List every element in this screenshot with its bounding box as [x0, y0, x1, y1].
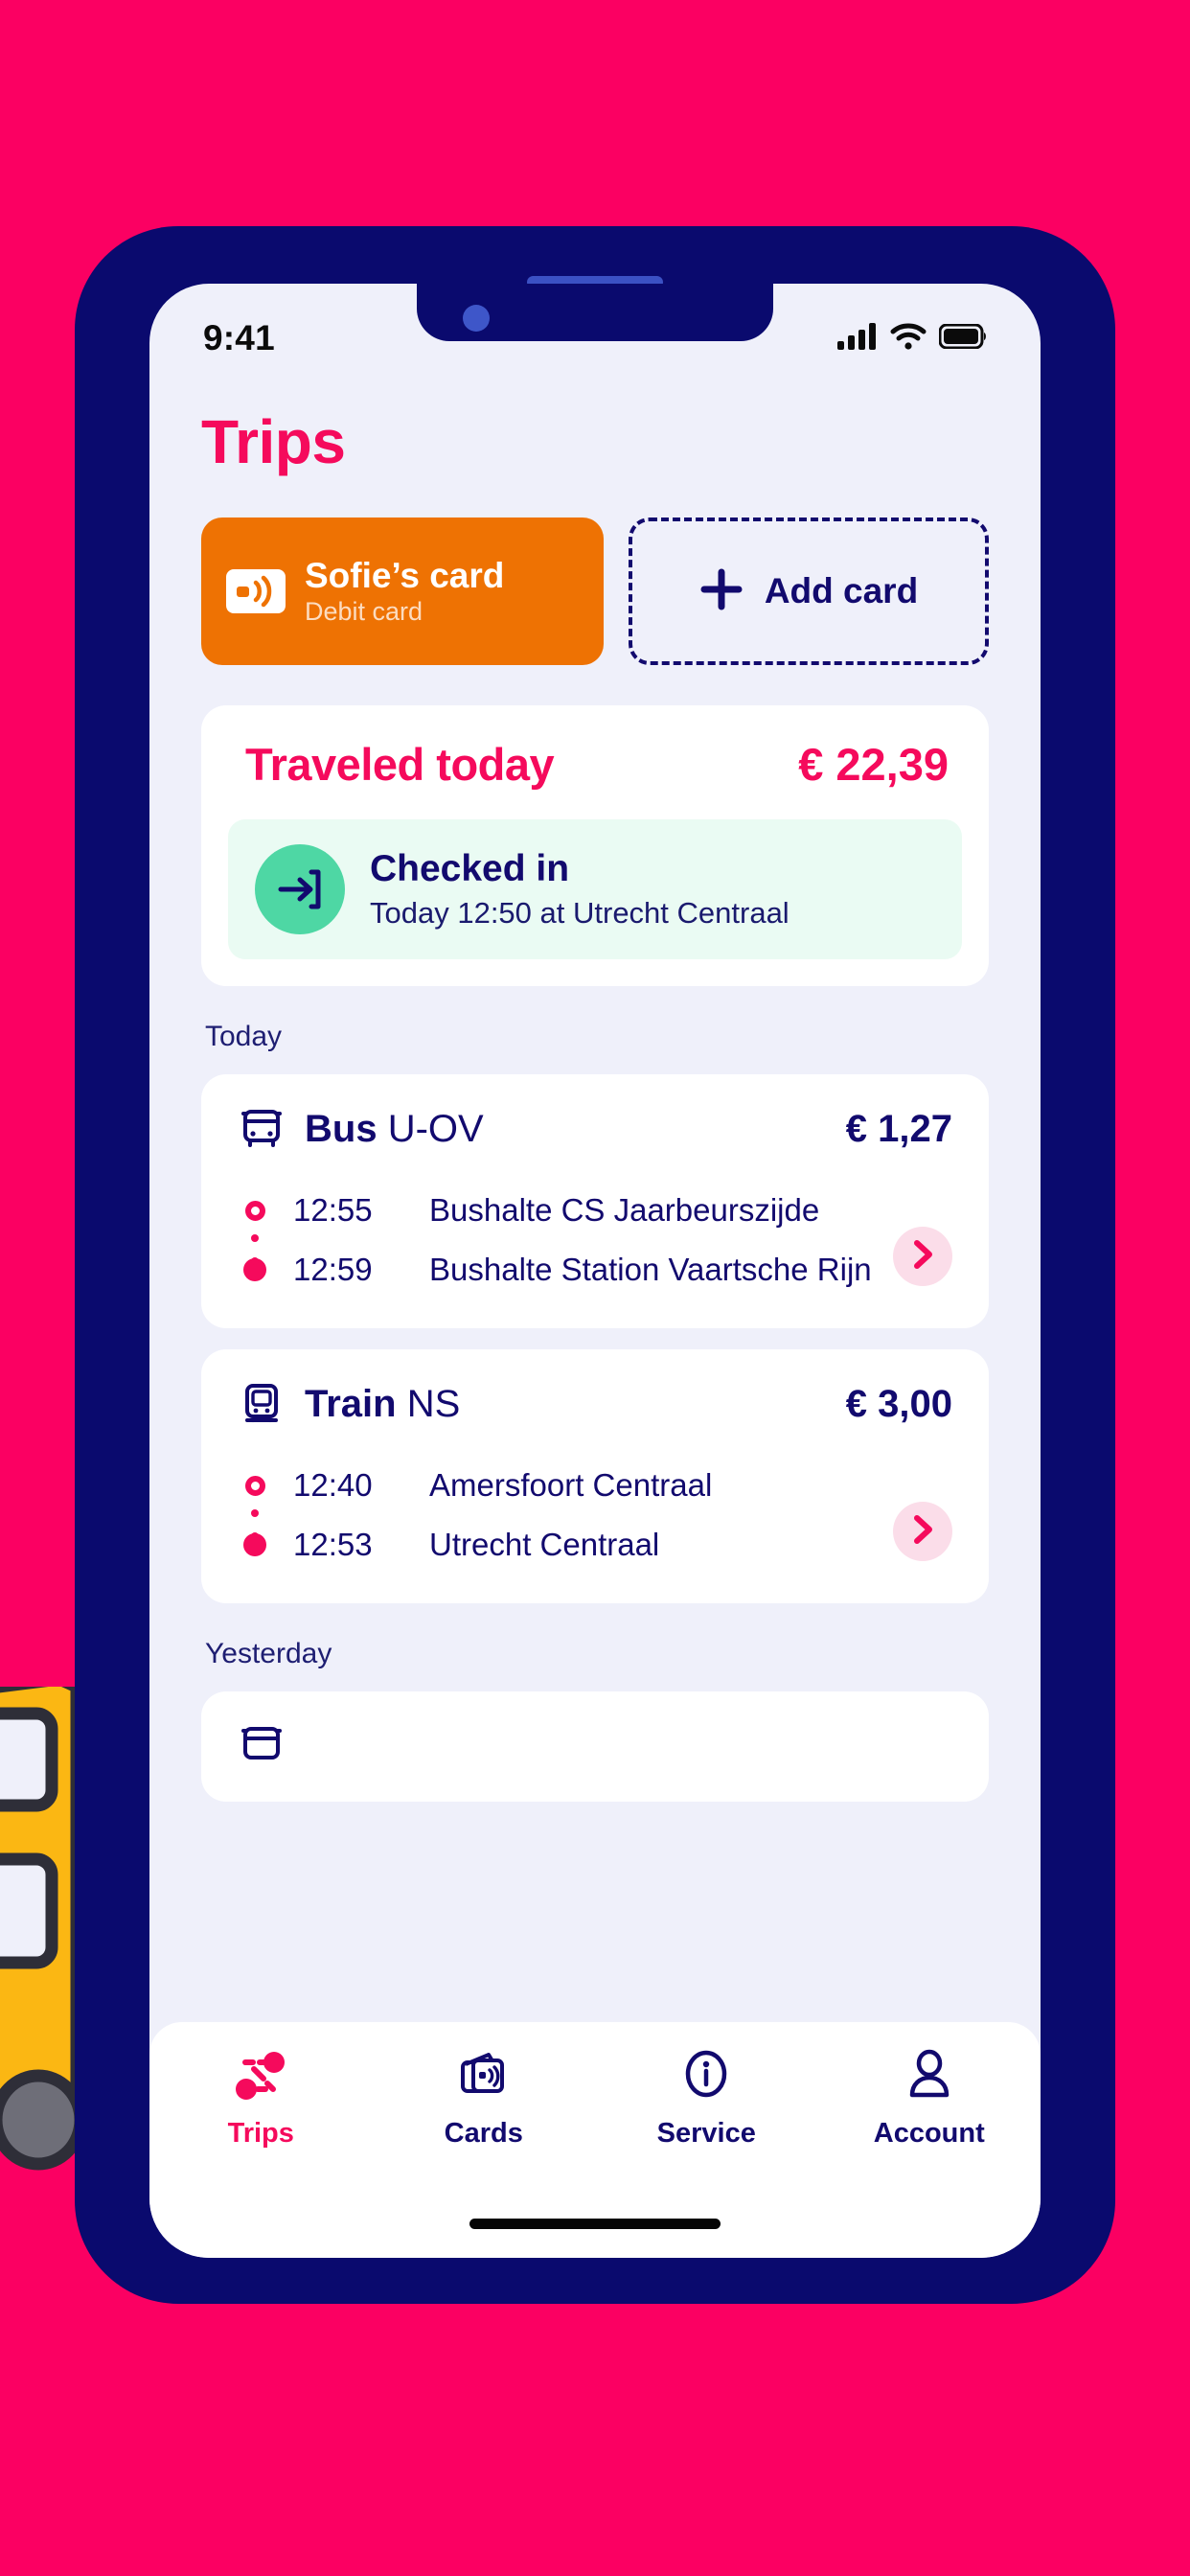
person-icon: [902, 2047, 957, 2104]
add-card-button[interactable]: Add card: [629, 518, 989, 665]
bus-icon: [238, 1720, 286, 1773]
trip-stop-destination: 12:59 Bushalte Station Vaartsche Rijn: [241, 1240, 960, 1300]
checkin-texts: Checked in Today 12:50 at Utrecht Centra…: [370, 847, 790, 931]
add-card-label: Add card: [764, 571, 919, 610]
chevron-right-icon: [910, 1514, 935, 1550]
active-card-name: Sofie’s card: [305, 555, 505, 595]
wifi-icon: [890, 323, 927, 355]
plus-icon: [699, 567, 744, 616]
page-title: Trips: [201, 407, 346, 476]
traveled-today-title: Traveled today: [245, 739, 555, 790]
destination-name: Utrecht Centraal: [429, 1527, 660, 1562]
train-icon: [238, 1378, 286, 1431]
trip-price: € 3,00: [845, 1383, 952, 1425]
cellular-signal-icon: [837, 322, 878, 355]
card-selector-row: Sofie’s card Debit card Add card: [149, 477, 1041, 665]
trip-detail-button[interactable]: [893, 1227, 952, 1286]
tab-label-account: Account: [873, 2118, 985, 2149]
trip-stop-origin: 12:40 Amersfoort Centraal: [241, 1456, 960, 1515]
tab-label-trips: Trips: [227, 2118, 294, 2149]
trip-operator: U-OV: [387, 1108, 484, 1150]
checkin-status-banner[interactable]: Checked in Today 12:50 at Utrecht Centra…: [228, 819, 962, 959]
cards-contactless-icon: [456, 2047, 512, 2104]
trip-mode-name: Bus: [305, 1108, 378, 1150]
active-card-chip[interactable]: Sofie’s card Debit card: [201, 518, 604, 665]
stop-connector: [251, 1234, 259, 1265]
trip-stops: 12:40 Amersfoort Centraal 12:53 Utrecht …: [230, 1456, 960, 1575]
trip-stop-destination: 12:53 Utrecht Centraal: [241, 1515, 960, 1575]
stop-connector: [251, 1509, 259, 1540]
home-indicator: [469, 2219, 721, 2229]
traveled-today-header: Traveled today € 22,39: [228, 738, 962, 791]
destination-time: 12:53: [293, 1527, 373, 1562]
origin-name: Bushalte CS Jaarbeurszijde: [429, 1192, 820, 1228]
trip-header: Train NS € 3,00: [230, 1378, 960, 1431]
chevron-right-icon: [910, 1239, 935, 1275]
trip-mode-text: Train NS: [305, 1383, 460, 1426]
trip-stop-origin: 12:55 Bushalte CS Jaarbeurszijde: [241, 1181, 960, 1240]
origin-name: Amersfoort Centraal: [429, 1467, 713, 1503]
bus-icon: [238, 1103, 286, 1156]
day-header-today: Today: [205, 1021, 283, 1052]
trip-card-train[interactable]: Train NS € 3,00 12:40 Amersfoort Centraa…: [201, 1349, 989, 1603]
traveled-today-card: Traveled today € 22,39 Checked in Today …: [201, 705, 989, 986]
origin-time: 12:40: [293, 1467, 373, 1503]
destination-name: Bushalte Station Vaartsche Rijn: [429, 1252, 872, 1287]
battery-icon: [938, 323, 987, 354]
status-time: 9:41: [203, 318, 275, 357]
origin-marker-icon: [241, 1475, 268, 1496]
trip-detail-button[interactable]: [893, 1502, 952, 1561]
trip-mode-text: Bus U-OV: [305, 1108, 484, 1151]
phone-screen: 9:41 Trips Sofie’s card Debit card Add c…: [149, 284, 1041, 2258]
trip-card-bus[interactable]: Bus U-OV € 1,27 12:55 Bushalte CS Jaarbe…: [201, 1074, 989, 1328]
tab-label-service: Service: [656, 2118, 756, 2149]
trip-header: [230, 1720, 960, 1773]
traveled-today-amount: € 22,39: [798, 739, 949, 790]
destination-time: 12:59: [293, 1252, 373, 1287]
route-icon: [233, 2047, 288, 2104]
tab-cards[interactable]: Cards: [373, 2047, 596, 2150]
trip-price: € 1,27: [845, 1108, 952, 1150]
tab-service[interactable]: Service: [595, 2047, 818, 2150]
front-camera: [463, 305, 490, 332]
trip-header: Bus U-OV € 1,27: [230, 1103, 960, 1156]
trip-mode-group: [238, 1720, 286, 1773]
contactless-card-icon: [226, 569, 286, 613]
trip-mode-name: Train: [305, 1383, 397, 1425]
day-header-yesterday: Yesterday: [205, 1638, 332, 1669]
main-scroll-area[interactable]: Trips Sofie’s card Debit card Add card T…: [149, 376, 1041, 2258]
trip-card-yesterday-partial[interactable]: [201, 1691, 989, 1802]
active-card-type: Debit card: [305, 597, 423, 627]
tab-trips[interactable]: Trips: [149, 2047, 373, 2150]
active-card-texts: Sofie’s card Debit card: [305, 556, 504, 627]
info-circle-icon: [678, 2047, 734, 2104]
trip-stops: 12:55 Bushalte CS Jaarbeurszijde 12:59 B…: [230, 1181, 960, 1300]
trip-operator: NS: [406, 1383, 461, 1425]
origin-time: 12:55: [293, 1192, 373, 1228]
checkin-subtitle: Today 12:50 at Utrecht Centraal: [370, 895, 790, 930]
tab-label-cards: Cards: [444, 2118, 523, 2149]
check-in-arrow-icon: [255, 844, 345, 934]
origin-marker-icon: [241, 1200, 268, 1221]
status-icon-group: [837, 322, 987, 355]
tab-account[interactable]: Account: [818, 2047, 1041, 2150]
trip-mode-group: Train NS: [238, 1378, 460, 1431]
trip-mode-group: Bus U-OV: [238, 1103, 484, 1156]
checkin-title: Checked in: [370, 847, 570, 889]
